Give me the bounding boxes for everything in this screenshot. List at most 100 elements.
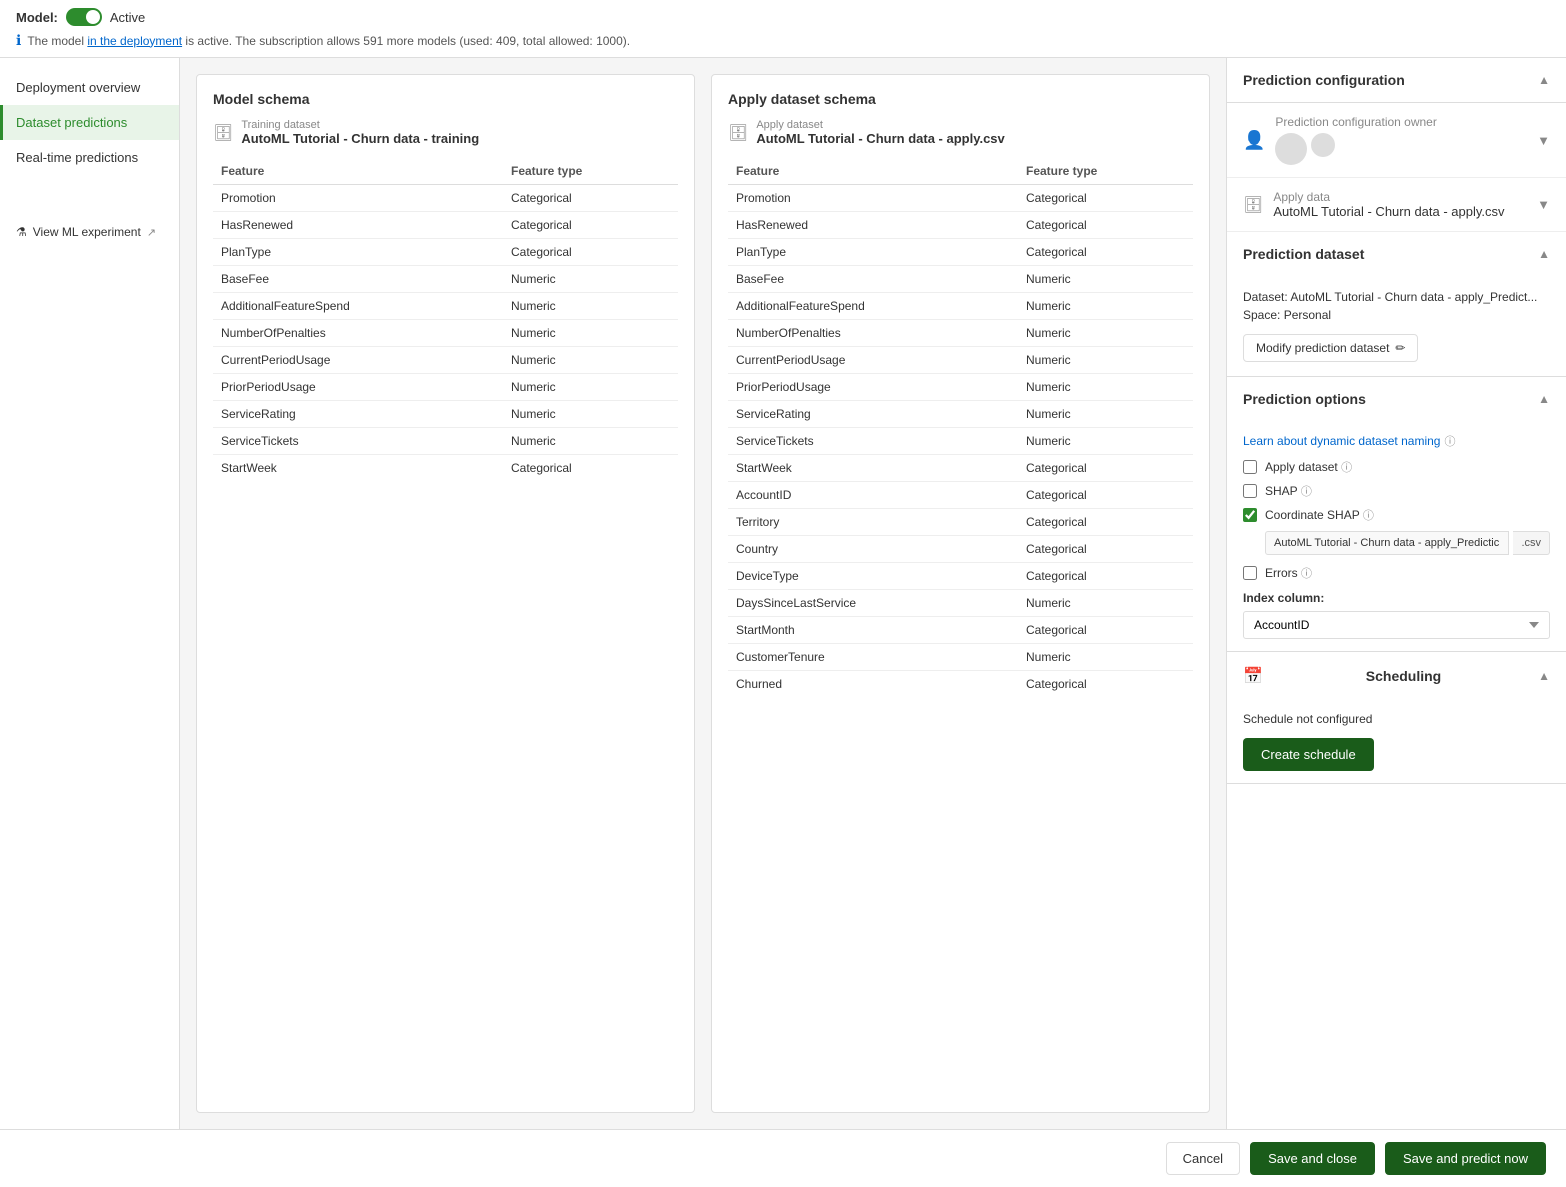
apply-feature-name: NumberOfPenalties (728, 320, 1018, 347)
save-close-button[interactable]: Save and close (1250, 1142, 1375, 1175)
apply-feature-name: BaseFee (728, 266, 1018, 293)
model-dataset-info: 🗄 Training dataset AutoML Tutorial - Chu… (213, 119, 678, 146)
prediction-options-header[interactable]: Prediction options ▲ (1227, 377, 1566, 421)
owner-chevron-icon: ▼ (1537, 133, 1550, 148)
toggle-knob (86, 10, 100, 24)
model-dataset-details: Training dataset AutoML Tutorial - Churn… (241, 119, 479, 146)
cancel-button[interactable]: Cancel (1166, 1142, 1240, 1175)
model-schema-row: HasRenewedCategorical (213, 212, 678, 239)
modify-label: Modify prediction dataset (1256, 341, 1389, 355)
app-container: Model: Active ℹ The model in the deploym… (0, 0, 1566, 1187)
apply-dataset-checkbox[interactable] (1243, 460, 1257, 474)
model-feature-type: Categorical (503, 185, 678, 212)
apply-schema-title: Apply dataset schema (728, 91, 1193, 107)
pred-dataset-text: Dataset: AutoML Tutorial - Churn data - … (1243, 290, 1550, 304)
create-schedule-button[interactable]: Create schedule (1243, 738, 1374, 771)
apply-feature-name: HasRenewed (728, 212, 1018, 239)
model-feature-name: HasRenewed (213, 212, 503, 239)
apply-feature-type: Categorical (1018, 563, 1193, 590)
coord-shap-input[interactable] (1265, 531, 1509, 555)
dynamic-dataset-link[interactable]: Learn about dynamic dataset naming (1243, 434, 1440, 448)
apply-feature-name: AdditionalFeatureSpend (728, 293, 1018, 320)
main-content: Deployment overview Dataset predictions … (0, 58, 1566, 1129)
apply-feature-type: Numeric (1018, 347, 1193, 374)
errors-label: Errors ⓘ (1265, 565, 1312, 581)
flask-icon: ⚗ (16, 225, 27, 239)
coord-shap-info-icon: ⓘ (1363, 510, 1374, 522)
model-row: Model: Active (16, 8, 1550, 26)
errors-checkbox-row: Errors ⓘ (1243, 565, 1550, 581)
index-column-select[interactable]: AccountID (1243, 611, 1550, 639)
model-schema-card: Model schema 🗄 Training dataset AutoML T… (196, 74, 695, 1113)
apply-schema-row: NumberOfPenaltiesNumeric (728, 320, 1193, 347)
apply-feature-type: Numeric (1018, 320, 1193, 347)
model-schema-row: PriorPeriodUsageNumeric (213, 374, 678, 401)
pred-options-chevron-icon: ▲ (1538, 392, 1550, 406)
apply-data-details: Apply data AutoML Tutorial - Churn data … (1273, 190, 1504, 219)
apply-feature-type: Categorical (1018, 509, 1193, 536)
apply-feature-type: Categorical (1018, 617, 1193, 644)
prediction-options-section: Prediction options ▲ Learn about dynamic… (1227, 377, 1566, 652)
save-predict-button[interactable]: Save and predict now (1385, 1142, 1546, 1175)
apply-schema-table: Feature Feature type PromotionCategorica… (728, 158, 1193, 697)
apply-feature-name: CustomerTenure (728, 644, 1018, 671)
sidebar-item-deployment-overview[interactable]: Deployment overview (0, 70, 179, 105)
database-icon: 🗄 (213, 123, 233, 143)
owner-row[interactable]: 👤 Prediction configuration owner ▼ (1227, 103, 1566, 177)
model-feature-name: CurrentPeriodUsage (213, 347, 503, 374)
sidebar-item-dataset-predictions[interactable]: Dataset predictions (0, 105, 179, 140)
info-link[interactable]: in the deployment (87, 34, 182, 48)
apply-schema-row: ServiceRatingNumeric (728, 401, 1193, 428)
model-feature-name: PriorPeriodUsage (213, 374, 503, 401)
top-bar: Model: Active ℹ The model in the deploym… (0, 0, 1566, 58)
model-feature-type: Numeric (503, 428, 678, 455)
apply-schema-row: PromotionCategorical (728, 185, 1193, 212)
modify-prediction-dataset-button[interactable]: Modify prediction dataset ✏ (1243, 334, 1418, 362)
config-chevron-icon: ▲ (1538, 73, 1550, 87)
model-schema-table: Feature Feature type PromotionCategorica… (213, 158, 678, 481)
apply-feature-type: Categorical (1018, 536, 1193, 563)
apply-schema-row: PlanTypeCategorical (728, 239, 1193, 266)
prediction-config-section: Prediction configuration ▲ (1227, 58, 1566, 103)
model-feature-name: ServiceRating (213, 401, 503, 428)
info-text: The model in the deployment is active. T… (27, 34, 630, 48)
apply-schema-card: Apply dataset schema 🗄 Apply dataset Aut… (711, 74, 1210, 1113)
pred-dataset-chevron-icon: ▲ (1538, 247, 1550, 261)
model-feature-name: StartWeek (213, 455, 503, 482)
apply-feature-type: Numeric (1018, 590, 1193, 617)
model-feature-type: Categorical (503, 212, 678, 239)
model-schema-row: ServiceTicketsNumeric (213, 428, 678, 455)
apply-feature-name: CurrentPeriodUsage (728, 347, 1018, 374)
model-toggle[interactable] (66, 8, 102, 26)
scheduling-header[interactable]: 📅 Scheduling ▲ (1227, 652, 1566, 700)
scheduling-content: Schedule not configured Create schedule (1227, 700, 1566, 783)
index-column-container: Index column: AccountID (1243, 591, 1550, 639)
external-link-icon: ↗ (147, 226, 156, 239)
left-sidebar: Deployment overview Dataset predictions … (0, 58, 180, 1129)
coord-shap-input-row: .csv (1265, 531, 1550, 555)
apply-dataset-name: AutoML Tutorial - Churn data - apply.csv (756, 131, 1004, 146)
apply-dataset-label: Apply dataset ⓘ (1265, 459, 1352, 475)
coord-shap-checkbox[interactable] (1243, 508, 1257, 522)
sidebar-item-realtime-predictions[interactable]: Real-time predictions (0, 140, 179, 175)
apply-dataset-details: Apply dataset AutoML Tutorial - Churn da… (756, 119, 1004, 146)
dynamic-info-icon: ⓘ (1444, 433, 1455, 449)
model-feature-type: Categorical (503, 455, 678, 482)
owner-label: Prediction configuration owner (1275, 115, 1436, 129)
apply-schema-row: CustomerTenureNumeric (728, 644, 1193, 671)
shap-checkbox[interactable] (1243, 484, 1257, 498)
apply-feature-type: Numeric (1018, 428, 1193, 455)
model-feature-name: Promotion (213, 185, 503, 212)
errors-checkbox[interactable] (1243, 566, 1257, 580)
prediction-options-content: Learn about dynamic dataset naming ⓘ App… (1227, 421, 1566, 651)
apply-data-row[interactable]: 🗄 Apply data AutoML Tutorial - Churn dat… (1227, 178, 1566, 231)
prediction-config-header[interactable]: Prediction configuration ▲ (1227, 58, 1566, 102)
view-ml-experiment[interactable]: ⚗ View ML experiment ↗ (0, 215, 179, 249)
model-schema-row: StartWeekCategorical (213, 455, 678, 482)
apply-dataset-info-icon: ⓘ (1341, 462, 1352, 474)
apply-schema-row: ServiceTicketsNumeric (728, 428, 1193, 455)
owner-avatar-1 (1275, 133, 1307, 165)
prediction-dataset-header[interactable]: Prediction dataset ▲ (1227, 232, 1566, 276)
shap-info-icon: ⓘ (1301, 486, 1312, 498)
apply-database-icon: 🗄 (728, 123, 748, 143)
